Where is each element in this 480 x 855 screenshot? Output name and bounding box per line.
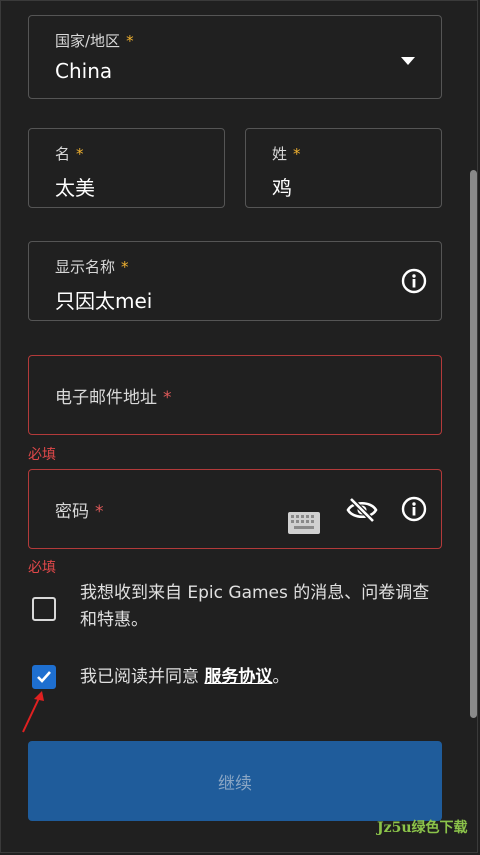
country-select[interactable]: 国家/地区 * China	[28, 15, 442, 99]
terms-of-service-link[interactable]: 服务协议	[204, 667, 272, 687]
info-icon[interactable]	[401, 496, 427, 522]
marketing-consent-text: 我想收到来自 Epic Games 的消息、问卷调查和特惠。	[80, 583, 430, 630]
keyboard-icon[interactable]	[288, 512, 320, 534]
display-name-value: 只因太mei	[55, 289, 153, 313]
display-name-label: 显示名称 *	[55, 258, 129, 276]
terms-text: 我已阅读并同意 服务协议。	[80, 667, 290, 687]
country-value: China	[55, 59, 113, 83]
password-error: 必填	[28, 560, 56, 576]
password-field[interactable]: 密码 *	[28, 469, 442, 549]
last-name-label: 姓 *	[272, 145, 301, 163]
country-label: 国家/地区 *	[55, 32, 134, 50]
continue-label: 继续	[218, 773, 252, 794]
arrow-annotation-icon	[22, 691, 44, 733]
continue-button[interactable]: 继续	[28, 741, 442, 821]
email-label: 电子邮件地址 *	[55, 388, 172, 408]
eye-off-icon[interactable]	[346, 497, 378, 523]
checkmark-icon	[37, 671, 51, 683]
terms-checkbox[interactable]	[32, 665, 56, 689]
first-name-value: 太美	[55, 176, 95, 200]
last-name-value: 鸡	[272, 176, 292, 200]
password-label: 密码 *	[55, 502, 104, 522]
marketing-consent-checkbox[interactable]	[32, 597, 56, 621]
watermark: Jz5u绿色下载	[377, 820, 468, 836]
info-icon[interactable]	[401, 268, 427, 294]
scrollbar-thumb[interactable]	[470, 170, 477, 718]
chevron-down-icon	[401, 57, 415, 65]
display-name-field[interactable]: 显示名称 * 只因太mei	[28, 241, 442, 321]
email-error: 必填	[28, 447, 56, 463]
last-name-field[interactable]: 姓 * 鸡	[245, 128, 442, 208]
first-name-label: 名 *	[55, 145, 84, 163]
first-name-field[interactable]: 名 * 太美	[28, 128, 225, 208]
email-field[interactable]: 电子邮件地址 *	[28, 355, 442, 435]
